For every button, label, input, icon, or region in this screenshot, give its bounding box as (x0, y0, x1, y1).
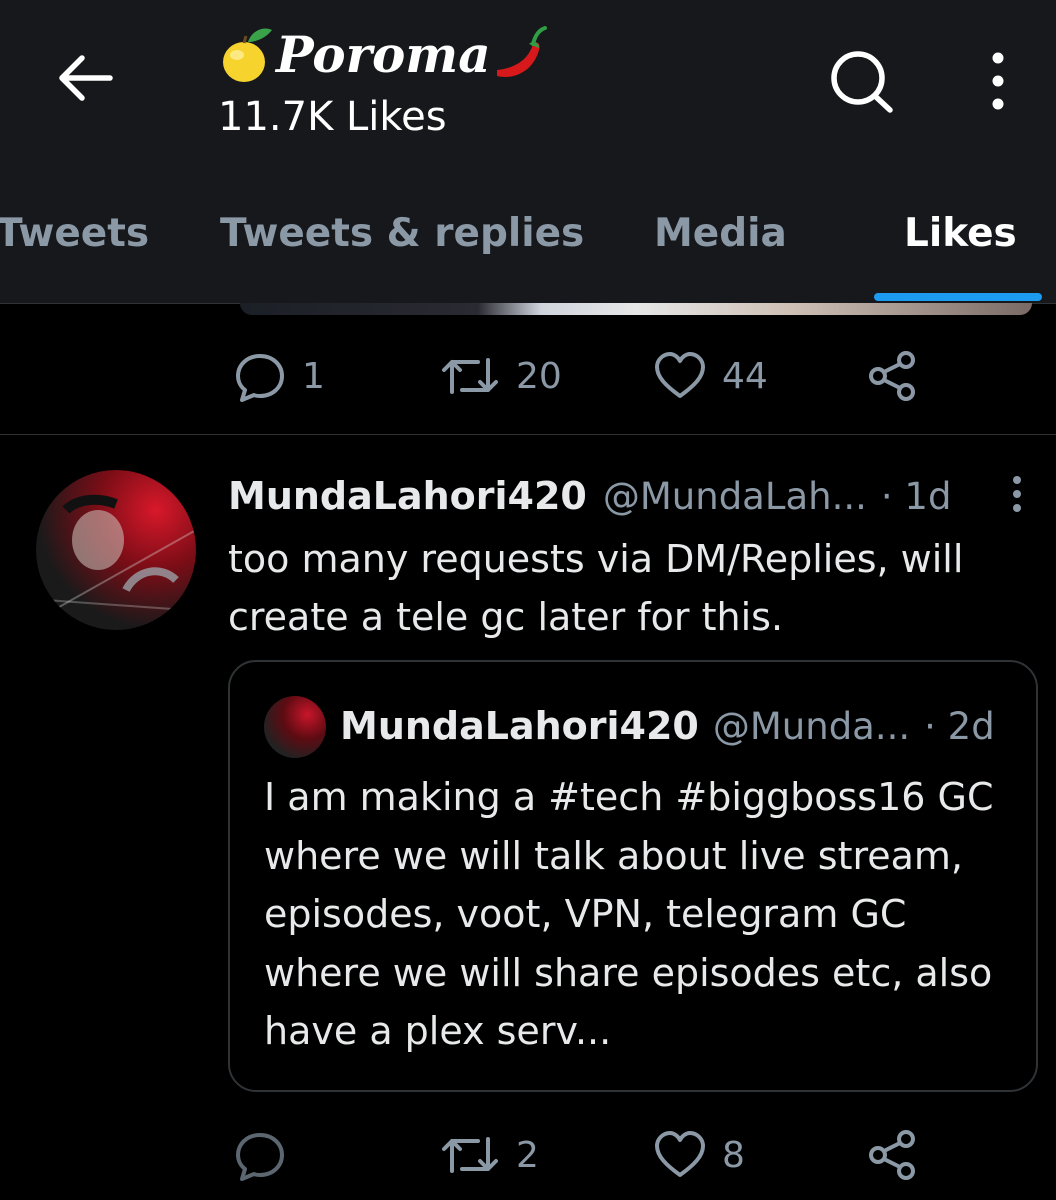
hot-pepper-emoji-icon (491, 22, 549, 86)
active-tab-indicator (874, 293, 1042, 301)
author-name[interactable]: MundaLahori420 (228, 474, 587, 518)
quoted-avatar (264, 696, 326, 758)
profile-title: Poroma 11.7K Likes (218, 16, 549, 140)
retweet-count: 2 (516, 1134, 539, 1176)
quoted-author-handle: @Munda... (712, 704, 911, 748)
previous-tweet-media[interactable] (240, 303, 1032, 315)
lemon-emoji-icon (218, 22, 276, 86)
more-vertical-icon[interactable] (970, 44, 1026, 116)
retweet-button[interactable]: 20 (438, 346, 562, 406)
heart-icon (655, 352, 705, 398)
like-button[interactable]: 44 (652, 346, 768, 406)
reply-button[interactable] (232, 1125, 302, 1185)
share-button[interactable] (864, 1125, 920, 1185)
like-count: 44 (722, 355, 768, 397)
tab-media[interactable]: Media (654, 211, 787, 256)
heart-icon (655, 1131, 705, 1177)
quoted-author-name: MundaLahori420 (340, 704, 699, 748)
tab-tweets-replies[interactable]: Tweets & replies (220, 211, 584, 256)
reply-icon (236, 1133, 284, 1181)
reply-icon (236, 354, 284, 402)
tweet-text: too many requests via DM/Replies, will c… (228, 537, 964, 639)
profile-tabs: Tweets Tweets & replies Media Likes (0, 163, 1056, 304)
tweet-header: MundaLahori420 @MundaLah... · 1d (228, 470, 951, 522)
tab-likes[interactable]: Likes (904, 211, 1017, 256)
quoted-tweet[interactable]: MundaLahori420 @Munda... · 2d I am makin… (228, 660, 1038, 1092)
share-icon (869, 1130, 915, 1180)
author-handle[interactable]: @MundaLah... (603, 475, 867, 518)
tweet-timestamp[interactable]: · 1d (881, 475, 952, 518)
tweet-more-icon[interactable] (1000, 470, 1034, 530)
tweet-actions: 2 8 (232, 1125, 952, 1185)
retweet-icon (442, 358, 498, 394)
reply-button[interactable]: 1 (232, 346, 325, 406)
tweet-divider (0, 434, 1056, 435)
top-bar: Poroma 11.7K Likes (0, 0, 1056, 163)
quoted-text: I am making a #tech #biggboss16 GC where… (264, 775, 994, 1053)
profile-name-row: Poroma (218, 16, 549, 92)
retweet-count: 20 (516, 355, 562, 397)
like-button[interactable]: 8 (652, 1125, 745, 1185)
share-icon (869, 351, 915, 401)
profile-name: Poroma (276, 24, 491, 84)
share-button[interactable] (864, 346, 920, 406)
like-count: 8 (722, 1134, 745, 1176)
tab-tweets[interactable]: Tweets (0, 211, 149, 256)
quoted-header: MundaLahori420 @Munda... · 2d (340, 698, 995, 754)
retweet-icon (442, 1137, 498, 1173)
likes-count: 11.7K Likes (218, 94, 447, 140)
search-icon[interactable] (826, 44, 898, 116)
retweet-button[interactable]: 2 (438, 1125, 539, 1185)
quoted-timestamp: · 2d (924, 704, 995, 748)
reply-count: 1 (302, 355, 325, 397)
previous-tweet-actions: 1 20 44 (232, 346, 952, 406)
avatar[interactable] (36, 470, 196, 630)
back-arrow-icon[interactable] (48, 46, 120, 118)
